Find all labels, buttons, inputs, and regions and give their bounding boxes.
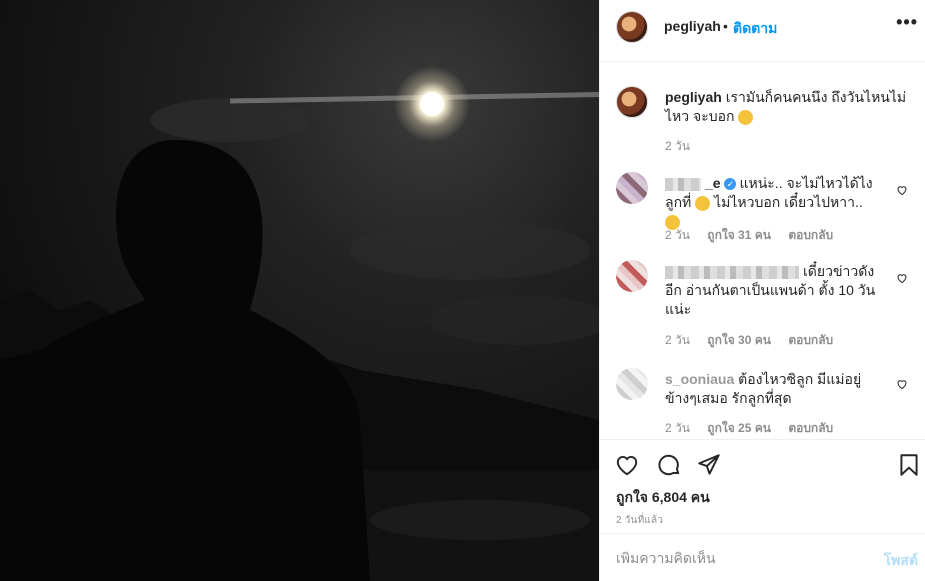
comment-meta: 2 วัน ถูกใจ 31 คน ตอบกลับ (665, 226, 847, 245)
post-photo[interactable] (0, 0, 599, 581)
comment-body-continued: ไม่ไหวบอก เดี๋ยวไปหาา.. (710, 194, 863, 210)
post-header: pegliyah • ติดตาม ••• (600, 0, 925, 62)
night-moon-silhouette-image (0, 0, 599, 581)
more-icon[interactable]: ••• (896, 12, 918, 33)
comment-time[interactable]: 2 วัน (665, 333, 690, 347)
bookmark-icon[interactable] (896, 452, 922, 478)
comment-meta: 2 วัน ถูกใจ 30 คน ตอบกลับ (665, 331, 847, 350)
sad-emoji-icon (738, 109, 754, 125)
like-count[interactable]: ถูกใจ 6,804 คน (616, 487, 710, 509)
comment-time[interactable]: 2 วัน (665, 421, 690, 435)
share-icon[interactable] (696, 452, 722, 478)
comment-text: s_ooniaua ต้องไหวซิลูก มีแม่อยู่ข้างๆเสม… (665, 370, 879, 408)
post-side-panel: pegliyah • ติดตาม ••• pegliyah เรามันก็ค… (599, 0, 925, 581)
blurred-username[interactable] (665, 177, 701, 191)
commenter-avatar[interactable] (616, 260, 648, 292)
caption-username[interactable]: pegliyah (665, 89, 722, 105)
comment-icon[interactable] (656, 452, 682, 478)
comment-meta: 2 วัน ถูกใจ 25 คน ตอบกลับ (665, 419, 847, 438)
comment-likes[interactable]: ถูกใจ 30 คน (707, 333, 771, 347)
comment-like-heart-icon[interactable] (896, 378, 908, 390)
post-actions: ถูกใจ 6,804 คน 2 วันที่แล้ว (600, 439, 925, 533)
author-username[interactable]: pegliyah (664, 18, 721, 34)
commenter-avatar[interactable] (616, 368, 648, 400)
blurred-username[interactable] (665, 265, 799, 279)
commenter-avatar[interactable] (616, 172, 648, 204)
wink-emoji-icon (695, 195, 711, 211)
comment-reply-button[interactable]: ตอบกลับ (788, 228, 833, 242)
author-avatar[interactable] (616, 11, 648, 43)
heart-icon[interactable] (614, 452, 640, 478)
follow-button[interactable]: ติดตาม (733, 18, 777, 40)
comment-username[interactable]: s_ooniaua (665, 371, 734, 387)
comment-likes[interactable]: ถูกใจ 31 คน (707, 228, 771, 242)
caption-timestamp[interactable]: 2 วัน (665, 137, 690, 156)
header-separator: • (723, 18, 728, 34)
post-date[interactable]: 2 วันที่แล้ว (616, 513, 663, 528)
comment-likes[interactable]: ถูกใจ 25 คน (707, 421, 771, 435)
caption-text: pegliyah เรามันก็คนคนนึง ถึงวันไหนไม่ไหว… (665, 88, 915, 126)
comment-text: เดี๋ยวข่าวดังอีก อ่านกันตาเป็นแพนด้า ตั้… (665, 262, 879, 319)
comment-reply-button[interactable]: ตอบกลับ (788, 333, 833, 347)
comment-time[interactable]: 2 วัน (665, 228, 690, 242)
comment-input[interactable] (616, 550, 856, 566)
comment-username[interactable]: _e (705, 175, 721, 191)
comment-text: _e ✓ แหน่ะ.. จะไม่ไหวได้ไง ลูกที่ ไม่ไหวบ… (665, 174, 879, 231)
add-comment-bar: โพสต์ (600, 533, 925, 581)
post-comment-button[interactable]: โพสต์ (884, 550, 918, 572)
verified-icon: ✓ (724, 178, 737, 191)
caption-avatar[interactable] (616, 86, 648, 118)
comment-like-heart-icon[interactable] (896, 184, 908, 196)
comment-like-heart-icon[interactable] (896, 272, 908, 284)
comment-reply-button[interactable]: ตอบกลับ (788, 421, 833, 435)
